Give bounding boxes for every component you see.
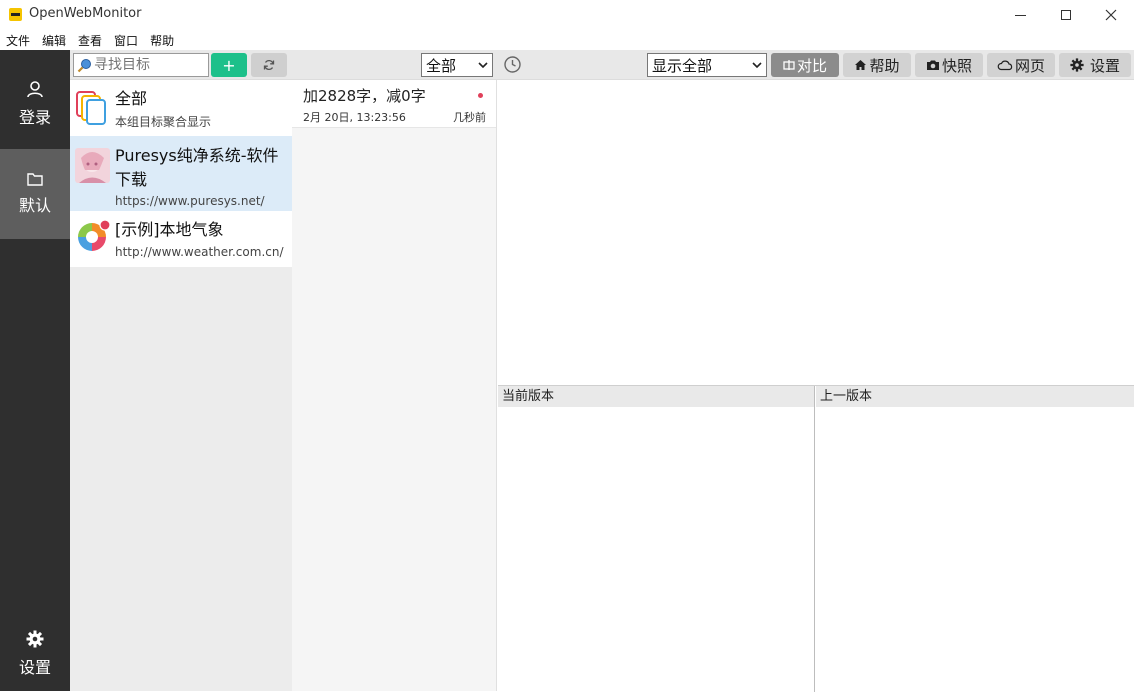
menu-view[interactable]: 查看 [78, 32, 102, 49]
title-bar: OpenWebMonitor [0, 0, 1134, 30]
aggregate-icon [76, 91, 106, 125]
search-box[interactable] [73, 53, 209, 77]
help-button[interactable]: 帮助 [843, 53, 911, 77]
change-relative-time: 几秒前 [453, 111, 486, 124]
close-icon [1105, 9, 1117, 21]
nav-login[interactable]: 登录 [0, 60, 70, 148]
target-item-weather[interactable]: [示例]本地气象 http://www.weather.com.cn/ [70, 211, 292, 267]
search-input[interactable] [94, 57, 206, 73]
search-icon [77, 58, 91, 72]
change-timestamp: 2月 20日, 13:23:56 [303, 111, 406, 124]
add-target-button[interactable]: + [211, 53, 247, 77]
compare-label: 对比 [796, 56, 827, 75]
change-item[interactable]: 加2828字，减0字 2月 20日, 13:23:56 几秒前 [292, 80, 496, 128]
cloud-icon [997, 60, 1013, 71]
clock-icon [504, 56, 521, 73]
refresh-icon [263, 59, 275, 71]
target-list: 全部 本组目标聚合显示 Puresys纯净系统-软件下载 https://www… [70, 80, 292, 691]
gear-icon [26, 630, 44, 648]
snapshot-label: 快照 [941, 56, 972, 75]
compare-icon [783, 60, 795, 70]
settings-button[interactable]: 设置 [1059, 53, 1131, 77]
previous-version-pane[interactable]: 上一版本 [816, 386, 1134, 692]
history-clock-button[interactable] [503, 55, 522, 78]
web-label: 网页 [1014, 56, 1045, 75]
menu-help[interactable]: 帮助 [150, 32, 174, 49]
change-summary: 加2828字，减0字 [303, 87, 426, 105]
target-item-all[interactable]: 全部 本组目标聚合显示 [70, 80, 292, 136]
minimize-button[interactable] [997, 0, 1043, 30]
web-button[interactable]: 网页 [987, 53, 1055, 77]
maximize-button[interactable] [1043, 0, 1089, 30]
previous-version-header: 上一版本 [816, 386, 1134, 407]
refresh-button[interactable] [251, 53, 287, 77]
compare-button[interactable]: 对比 [771, 53, 839, 77]
nav-settings[interactable]: 设置 [0, 610, 70, 698]
snapshot-button[interactable]: 快照 [915, 53, 983, 77]
close-button[interactable] [1088, 0, 1134, 30]
menu-window[interactable]: 窗口 [114, 32, 138, 49]
nav-default-group[interactable]: 默认 [0, 149, 70, 239]
settings-label: 设置 [1089, 56, 1120, 75]
nav-settings-label: 设置 [18, 658, 51, 677]
nav-default-label: 默认 [18, 196, 51, 215]
help-label: 帮助 [869, 56, 900, 75]
target-subtitle: 本组目标聚合显示 [115, 115, 212, 129]
target-name: Puresys纯净系统-软件下载 [115, 146, 279, 189]
target-name: [示例]本地气象 [115, 220, 224, 239]
display-select-value: 显示全部 [652, 56, 713, 75]
menu-file[interactable]: 文件 [6, 32, 30, 49]
unread-dot-icon [478, 93, 483, 98]
camera-icon [926, 60, 939, 70]
window-title: OpenWebMonitor [29, 6, 142, 21]
target-item-puresys[interactable]: Puresys纯净系统-软件下载 https://www.puresys.net… [70, 136, 292, 211]
nav-login-label: 登录 [18, 108, 51, 127]
filter-select-value: 全部 [426, 56, 457, 75]
app-logo-icon [9, 8, 22, 21]
user-icon [27, 81, 43, 98]
menu-edit[interactable]: 编辑 [42, 32, 66, 49]
site-favicon [75, 148, 110, 183]
display-select[interactable]: 显示全部 [647, 53, 767, 77]
current-version-pane[interactable]: 当前版本 [498, 386, 815, 692]
chevron-down-icon [478, 62, 488, 69]
filter-select[interactable]: 全部 [421, 53, 493, 77]
chevron-down-icon [752, 62, 762, 69]
weather-favicon [78, 220, 110, 251]
change-list: 加2828字，减0字 2月 20日, 13:23:56 几秒前 [292, 80, 497, 691]
diff-area: 当前版本 上一版本 [498, 385, 1134, 692]
target-url: https://www.puresys.net/ [115, 194, 265, 208]
gear-icon [1070, 58, 1084, 72]
left-nav: 登录 默认 设置 [0, 50, 70, 691]
menu-bar: 文件 编辑 查看 窗口 帮助 [0, 30, 1134, 50]
minimize-icon [1014, 14, 1026, 16]
toolbar: + 全部 显示全部 对比 帮助 快照 网页 设置 [70, 50, 1134, 80]
target-name: 全部 [115, 89, 148, 108]
current-version-header: 当前版本 [498, 386, 814, 407]
preview-pane [498, 80, 1134, 385]
target-url: http://www.weather.com.cn/ [115, 245, 284, 259]
maximize-icon [1061, 10, 1071, 20]
folder-icon [27, 173, 43, 186]
home-icon [855, 60, 867, 70]
